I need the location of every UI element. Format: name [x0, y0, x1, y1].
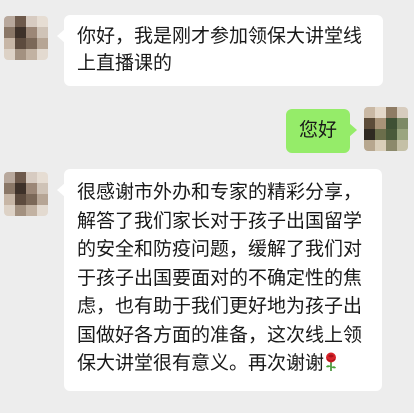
message-bubble-received[interactable]: 你好，我是刚才参加领保大讲堂线上直播课的 — [57, 15, 383, 86]
bubble-tail — [349, 123, 357, 137]
message-bubble-sent[interactable]: 您好 — [286, 109, 357, 153]
message-text: 很感谢市外办和专家的精彩分享，解答了我们家长对于孩子出国留学的安全和防疫问题，缓… — [77, 181, 363, 374]
message-text: 您好 — [299, 119, 338, 141]
bubble-tail — [57, 29, 65, 43]
avatar-self[interactable] — [364, 107, 408, 151]
message-bubble-received[interactable]: 很感谢市外办和专家的精彩分享，解答了我们家长对于孩子出国留学的安全和防疫问题，缓… — [57, 169, 382, 391]
rose-icon — [324, 352, 338, 381]
avatar-contact[interactable] — [4, 16, 48, 60]
message-text: 你好，我是刚才参加领保大讲堂线上直播课的 — [77, 25, 363, 74]
avatar-contact[interactable] — [4, 172, 48, 216]
bubble-tail — [57, 183, 65, 197]
